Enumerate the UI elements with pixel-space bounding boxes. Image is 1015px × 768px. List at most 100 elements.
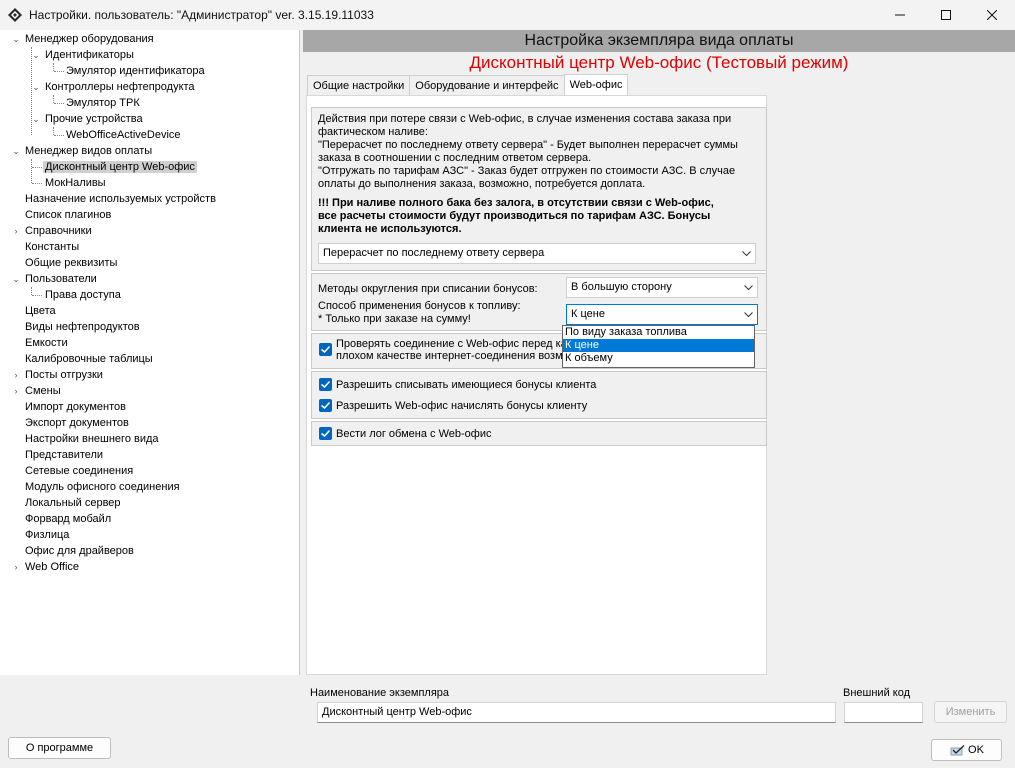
description-line: "Перерасчет по последнему ответу сервера… — [318, 139, 738, 151]
tab-strip: Общие настройки Оборудование и интерфейс… — [307, 74, 629, 95]
tree-item-equipment-manager[interactable]: ⌄ Менеджер оборудования — [12, 31, 153, 47]
tree-item-plugins[interactable]: Список плагинов — [25, 207, 111, 223]
tree-item-other-devices[interactable]: ⌄ Прочие устройства — [32, 111, 142, 127]
logging-group: Вести лог обмена с Web-офис — [311, 421, 767, 446]
tree-item-office-module[interactable]: Модуль офисного соединения — [25, 479, 180, 495]
tree-connector — [31, 159, 32, 183]
tree-item-network-connections[interactable]: Сетевые соединения — [25, 463, 133, 479]
tree-item-tanks[interactable]: Емкости — [25, 335, 68, 351]
tree-item-driver-office[interactable]: Офис для драйверов — [25, 543, 134, 559]
tree-connector — [32, 295, 42, 296]
tree-item-appearance[interactable]: Настройки внешнего вида — [25, 431, 159, 447]
chevron-right-icon[interactable]: › — [11, 383, 21, 399]
rounding-value: В большую сторону — [571, 281, 672, 293]
allow-accrual-checkbox[interactable]: Разрешить Web-офис начислять бонусы клие… — [319, 399, 587, 412]
tree-connector — [53, 127, 54, 135]
connection-loss-group: Действия при потере связи с Web-офис, в … — [311, 107, 767, 271]
settings-tree[interactable]: ⌄ Менеджер оборудования ⌄ Идентификаторы Э… — [0, 30, 300, 675]
description-line: Действия при потере связи с Web-офис, в … — [318, 113, 732, 125]
tree-item-colors[interactable]: Цвета — [25, 303, 56, 319]
checkmark-icon — [319, 378, 332, 391]
tree-item-weboffice-device[interactable]: WebOfficeActiveDevice — [66, 127, 181, 143]
connection-loss-action-value: Перерасчет по последнему ответу сервера — [323, 247, 545, 259]
bonus-method-value: К цене — [571, 308, 605, 320]
checkmark-icon — [319, 343, 332, 356]
tree-item-calibration-tables[interactable]: Калибровочные таблицы — [25, 351, 153, 367]
dropdown-option-to-price[interactable]: К цене — [563, 339, 754, 352]
tree-item-payment-manager[interactable]: ⌄ Менеджер видов оплаты — [12, 143, 152, 159]
external-code-input[interactable] — [844, 702, 923, 723]
panel-header: Настройка экземпляра вида оплаты — [303, 30, 1015, 52]
tree-item-identifiers[interactable]: ⌄ Идентификаторы — [32, 47, 134, 63]
chevron-down-icon[interactable]: ⌄ — [31, 47, 41, 63]
maximize-icon — [941, 10, 951, 20]
rounding-group: Методы округления при списании бонусов: … — [311, 273, 767, 331]
allow-writeoff-label: Разрешить списывать имеющиеся бонусы кли… — [336, 378, 597, 391]
tree-item-constants[interactable]: Константы — [25, 239, 79, 255]
footer-bar: О программе OK — [0, 734, 1015, 768]
allow-writeoff-checkbox[interactable]: Разрешить списывать имеющиеся бонусы кли… — [319, 378, 596, 391]
log-exchange-label: Вести лог обмена с Web-офис — [336, 427, 492, 440]
description-line: оплаты до выполнения заказа, возможно, п… — [318, 178, 646, 190]
chevron-down-icon — [744, 305, 753, 324]
rounding-label: Методы округления при списании бонусов: — [318, 283, 538, 295]
bonus-method-select[interactable]: К цене — [566, 304, 758, 325]
external-code-label: Внешний код — [843, 687, 911, 699]
tree-connector — [54, 103, 64, 104]
tree-item-shifts[interactable]: › Смены — [15, 383, 61, 399]
app-icon — [8, 8, 22, 22]
description-line: фактическом наливе: — [318, 126, 428, 138]
bonus-method-label: Способ применения бонусов к топливу: — [318, 300, 521, 312]
chevron-right-icon[interactable]: › — [11, 367, 21, 383]
chevron-right-icon[interactable]: › — [11, 559, 21, 575]
tab-web-office[interactable]: Web-офис — [563, 74, 629, 95]
tree-item-forward-mobile[interactable]: Форвард мобайл — [25, 511, 111, 527]
tree-item-device-assignment[interactable]: Назначение используемых устройств — [25, 191, 216, 207]
tree-item-representatives[interactable]: Представители — [25, 447, 103, 463]
chevron-down-icon[interactable]: ⌄ — [11, 271, 21, 287]
chevron-down-icon[interactable]: ⌄ — [31, 79, 41, 95]
tree-connector — [54, 71, 64, 72]
tree-item-fuel-types[interactable]: Виды нефтепродуктов — [25, 319, 140, 335]
chevron-down-icon[interactable]: ⌄ — [31, 111, 41, 127]
tree-item-common-requisites[interactable]: Общие реквизиты — [25, 255, 117, 271]
minimize-button[interactable] — [877, 0, 923, 30]
tree-item-discount-center[interactable]: Дисконтный центр Web-офис — [43, 159, 197, 175]
instance-name-input[interactable]: Дисконтный центр Web-офис — [317, 702, 836, 723]
tree-item-shipping-posts[interactable]: › Посты отгрузки — [15, 367, 103, 383]
chevron-down-icon[interactable]: ⌄ — [11, 143, 21, 159]
tree-connector — [54, 135, 64, 136]
tree-item-access-rights[interactable]: Права доступа — [45, 287, 121, 303]
chevron-down-icon — [742, 244, 751, 263]
tree-item-users[interactable]: ⌄ Пользователи — [12, 271, 97, 287]
about-button[interactable]: О программе — [8, 737, 111, 759]
change-button[interactable]: Изменить — [934, 701, 1007, 723]
chevron-right-icon[interactable]: › — [11, 223, 21, 239]
tree-item-export-documents[interactable]: Экспорт документов — [25, 415, 129, 431]
tree-item-mock-fills[interactable]: МокНаливы — [45, 175, 106, 191]
tree-item-references[interactable]: › Справочники — [15, 223, 92, 239]
tree-connector — [32, 167, 42, 168]
tree-item-local-server[interactable]: Локальный сервер — [25, 495, 121, 511]
dropdown-option-to-volume[interactable]: К объему — [563, 352, 754, 365]
bonus-method-dropdown-list[interactable]: По виду заказа топлива К цене К объему — [562, 325, 755, 368]
close-button[interactable] — [969, 0, 1015, 30]
log-exchange-checkbox[interactable]: Вести лог обмена с Web-офис — [319, 427, 491, 440]
tree-item-individuals[interactable]: Физлица — [25, 527, 69, 543]
connection-loss-action-select[interactable]: Перерасчет по последнему ответу сервера — [318, 243, 756, 264]
tree-item-fuel-controllers[interactable]: ⌄ Контроллеры нефтепродукта — [32, 79, 194, 95]
rounding-select[interactable]: В большую сторону — [566, 277, 758, 298]
tab-equipment-interface[interactable]: Оборудование и интерфейс — [409, 75, 565, 95]
tree-item-web-office[interactable]: › Web Office — [15, 559, 80, 575]
maximize-button[interactable] — [923, 0, 969, 30]
tab-general-settings[interactable]: Общие настройки — [307, 75, 411, 95]
tree-item-import-documents[interactable]: Импорт документов — [25, 399, 126, 415]
ok-label: OK — [968, 744, 984, 756]
dropdown-option-by-order-type[interactable]: По виду заказа топлива — [563, 326, 754, 339]
check-connection-checkbox[interactable]: Проверять соединение с Web-офис перед ка… — [319, 338, 569, 362]
tree-item-identifier-emulator[interactable]: Эмулятор идентификатора — [66, 63, 205, 79]
chevron-down-icon[interactable]: ⌄ — [11, 31, 21, 47]
title-bar: Настройки. пользователь: "Администратор"… — [0, 0, 1015, 30]
tree-item-trk-emulator[interactable]: Эмулятор ТРК — [66, 95, 140, 111]
ok-button[interactable]: OK — [931, 739, 1002, 761]
